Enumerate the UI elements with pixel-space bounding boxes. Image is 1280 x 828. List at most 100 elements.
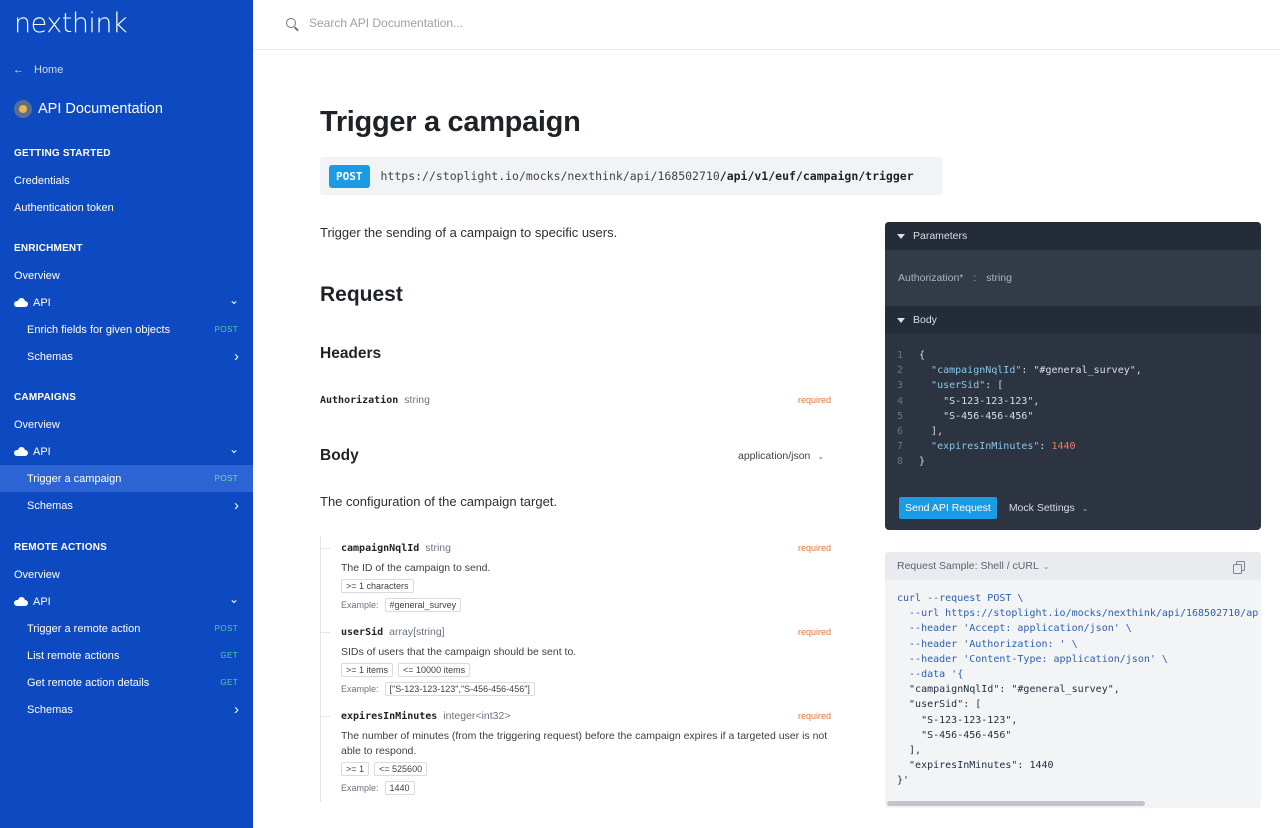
required-label: required [797,627,831,637]
example-label: Example: [341,684,379,694]
sidebar: nexthink ← Home API Documentation GETTIN… [0,0,253,828]
sidebar-item-label: Trigger a campaign [27,472,122,485]
request-sample-code: curl --request POST \ --url https://stop… [885,580,1261,789]
top-search-bar [253,0,1280,50]
sidebar-item-trigger-a-remote-action[interactable]: Trigger a remote action POST [0,615,253,642]
method-badge: POST [329,164,370,188]
chevron-right-icon: › [234,701,239,718]
code-token: "userSid" [931,380,986,392]
param-type: string [986,272,1012,284]
sample-code-line: "userSid": [ [897,699,982,711]
nexthink-logo[interactable]: nexthink [14,8,128,39]
endpoint-bar[interactable]: POST https://stoplight.io/mocks/nexthink… [320,157,943,195]
api-logo-icon [14,100,32,118]
code-line: 6 ], [897,424,1261,439]
sample-code-line: --data '{ [897,669,964,681]
sidebar-section-remote-actions: REMOTE ACTIONS [0,534,253,561]
sidebar-item-label: Schemas [27,703,73,716]
sidebar-item-label: List remote actions [27,649,120,662]
sidebar-item-label: Get remote action details [27,676,150,689]
code-token: 1440 [1051,441,1076,453]
sidebar-item-trigger-a-campaign[interactable]: Trigger a campaign POST [0,465,253,492]
sidebar-item-label: Enrich fields for given objects [27,323,171,336]
sidebar-item-schemas[interactable]: Schemas › [0,343,253,370]
sidebar-item-schemas[interactable]: Schemas › [0,696,253,723]
code-token: { [919,350,926,361]
sidebar-item-api[interactable]: API ⌄ [0,588,253,615]
required-label: required [797,711,831,721]
sidebar-item-enrich-fields-for-given-objects[interactable]: Enrich fields for given objects POST [0,316,253,343]
send-api-request-button[interactable]: Send API Request [899,497,997,519]
example-value: ["S-123-123-123","S-456-456-456"] [384,682,535,696]
sidebar-item-overview[interactable]: Overview [0,262,253,289]
body-heading: Body [320,447,359,464]
method-badge: GET [220,678,238,687]
sidebar-item-schemas[interactable]: Schemas › [0,492,253,519]
sidebar-item-authentication-token[interactable]: Authentication token [0,194,253,221]
headers-heading: Headers [320,345,382,362]
tree-tick [321,716,330,717]
request-sample-panel: Request Sample: Shell / cURL ⌄ curl --re… [885,552,1261,808]
media-type-select[interactable]: application/json ⌄ [738,450,824,462]
copy-icon[interactable] [1233,561,1245,574]
method-badge: GET [220,651,238,660]
code-line: 1{ [897,348,1261,363]
mock-settings-dropdown[interactable]: Mock Settings ⌄ [1009,502,1089,514]
parameters-toggle[interactable]: Parameters [885,222,1261,250]
sidebar-item-api[interactable]: API ⌄ [0,438,253,465]
try-it-panel: Parameters Authorization* : string Body … [885,222,1261,530]
sidebar-section-enrichment: ENRICHMENT [0,235,253,262]
line-number: 1 [897,350,904,361]
code-line: 4 "S-123-123-123", [897,394,1261,409]
horizontal-scrollbar[interactable] [887,801,1145,806]
field-description: The ID of the campaign to send. [341,562,491,574]
field-expiresInMinutes: expiresInMinutes integer<int32> required… [321,709,831,795]
field-description: SIDs of users that the campaign should b… [341,646,577,658]
tree-tick [321,632,330,633]
method-badge: POST [214,474,238,483]
sidebar-item-label: REMOTE ACTIONS [14,542,107,553]
line-number: 6 [897,426,904,438]
endpoint-url-path: /api/v1/euf/campaign/trigger [719,169,914,183]
sample-code-line: "S-456-456-456" [897,729,1012,741]
sidebar-item-label: Schemas [27,350,73,363]
sample-code-line: curl --request POST \ [897,593,1024,604]
sidebar-item-overview[interactable]: Overview [0,561,253,588]
code-token: "S-456-456-456" [943,410,1034,422]
endpoint-description: Trigger the sending of a campaign to spe… [320,225,618,240]
api-documentation-title[interactable]: API Documentation [14,100,163,118]
sidebar-item-overview[interactable]: Overview [0,411,253,438]
code-line: 3 "userSid": [ [897,378,1261,393]
request-sample-language-select[interactable]: Request Sample: Shell / cURL ⌄ [885,552,1261,580]
field-name: campaignNqlId [341,542,420,554]
chevron-down-icon: ⌄ [228,441,239,456]
sidebar-item-api[interactable]: API ⌄ [0,289,253,316]
code-token: ], [919,426,944,438]
example-label: Example: [341,783,379,793]
sample-code-line: "campaignNqlId": "#general_survey", [897,684,1120,696]
code-token: "expiresInMinutes" [931,441,1040,453]
chevron-down-icon: ⌄ [817,452,825,461]
param-name: Authorization* [898,272,964,284]
home-link[interactable]: ← Home [13,64,63,76]
sidebar-item-list-remote-actions[interactable]: List remote actions GET [0,642,253,669]
line-number: 8 [897,456,904,468]
line-number: 2 [897,365,904,377]
sidebar-item-credentials[interactable]: Credentials [0,167,253,194]
constraint-chip: <= 10000 items [398,663,471,677]
field-type: integer<int32> [443,710,511,722]
sidebar-item-label: Schemas [27,499,73,512]
constraint-chip: >= 1 [341,762,370,776]
example-label: Example: [341,600,379,610]
body-toggle[interactable]: Body [885,306,1261,334]
parameter-authorization[interactable]: Authorization* : string [885,250,1261,306]
chevron-down-icon: ⌄ [228,591,239,606]
body-code-editor[interactable]: 1{2 "campaignNqlId": "#general_survey", 3… [885,334,1261,470]
sidebar-item-get-remote-action-details[interactable]: Get remote action details GET [0,669,253,696]
code-token: : [ [985,380,1004,392]
field-userSid: userSid array[string] required SIDs of u… [321,625,831,696]
search-input[interactable] [309,16,709,30]
field-type: string [425,542,451,554]
